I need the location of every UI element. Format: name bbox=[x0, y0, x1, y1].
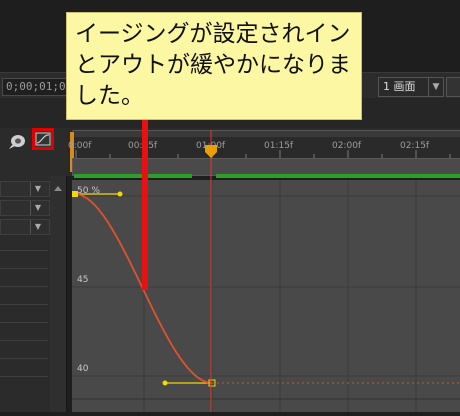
playhead-marker[interactable] bbox=[205, 145, 217, 158]
callout-text: イージングが設定されインとアウトが緩やかになりました。 bbox=[75, 21, 351, 109]
keyframe[interactable] bbox=[72, 191, 78, 197]
annotation-callout: イージングが設定されインとアウトが緩やかになりました。 bbox=[66, 12, 362, 120]
handle-point[interactable] bbox=[117, 191, 123, 197]
handle-point[interactable] bbox=[162, 380, 168, 386]
callout-pointer bbox=[142, 120, 148, 290]
